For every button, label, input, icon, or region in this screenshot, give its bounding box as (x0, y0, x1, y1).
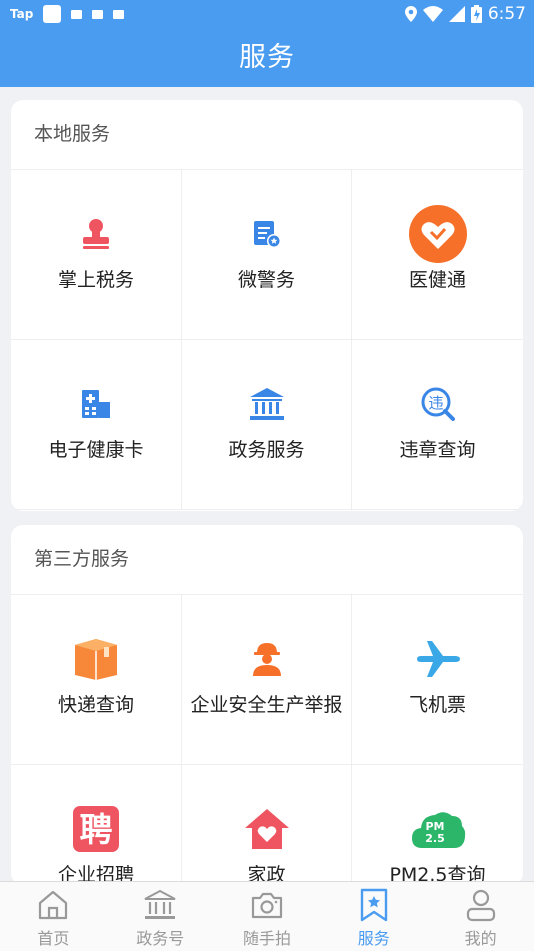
status-bar: Tap 6:57 (0, 0, 534, 28)
tab-label: 服务 (357, 929, 390, 948)
local-services-card: 本地服务 掌上税务 微警务 医健通 电子健康卡 政务服务 违 违章查询 (11, 100, 523, 511)
mail-icon (71, 9, 83, 19)
government-building-icon (237, 374, 297, 434)
service-label: 飞机票 (408, 694, 466, 716)
camera-icon (251, 892, 283, 919)
tab-profile[interactable]: 我的 (427, 882, 534, 951)
location-icon (404, 6, 417, 22)
tab-service[interactable]: 服务 (320, 882, 427, 951)
service-government[interactable]: 政务服务 (182, 340, 352, 510)
service-label: 企业安全生产举报 (190, 694, 343, 716)
heart-health-icon (408, 204, 468, 264)
system-icons: 6:57 (404, 4, 526, 24)
service-pm25[interactable]: PM 2.5 PM2.5查询 (352, 765, 523, 885)
service-bookmark-icon (360, 888, 387, 922)
service-health[interactable]: 医健通 (352, 170, 523, 340)
service-tax[interactable]: 掌上税务 (11, 170, 182, 340)
service-housekeeping[interactable]: 家政 (182, 765, 352, 885)
svg-text:2.5: 2.5 (425, 832, 445, 845)
government-icon (144, 889, 176, 919)
third-party-services-card: 第三方服务 快递查询 企业安全生产举报 飞机票 聘 企业招聘 家政 PM 2.5… (11, 525, 523, 885)
service-express[interactable]: 快递查询 (11, 595, 182, 765)
tab-snapshot[interactable]: 随手拍 (214, 882, 321, 951)
service-label: 违章查询 (399, 439, 476, 461)
stamp-icon (66, 204, 126, 264)
hospital-building-icon (66, 374, 126, 434)
service-violation[interactable]: 违 违章查询 (352, 340, 523, 510)
service-health-card[interactable]: 电子健康卡 (11, 340, 182, 510)
tab-government[interactable]: 政务号 (107, 882, 214, 951)
mail-icon-2 (92, 9, 104, 19)
local-services-title: 本地服务 (11, 100, 523, 170)
service-label: 微警务 (237, 269, 295, 291)
svg-text:聘: 聘 (80, 810, 113, 849)
service-safety-report[interactable]: 企业安全生产举报 (182, 595, 352, 765)
battery-icon (470, 5, 482, 23)
signal-icon (448, 6, 465, 22)
tab-label: 首页 (37, 929, 70, 948)
airplane-icon (408, 629, 468, 689)
bottom-tab-bar: 首页 政务号 随手拍 服务 我的 (0, 881, 534, 951)
service-flight[interactable]: 飞机票 (352, 595, 523, 765)
service-label: 医健通 (408, 269, 466, 291)
font-icon (113, 9, 125, 19)
clock: 6:57 (487, 4, 526, 24)
profile-icon (466, 889, 495, 922)
police-document-icon (237, 204, 297, 264)
wifi-icon (422, 6, 443, 22)
third-party-services-title: 第三方服务 (11, 525, 523, 595)
safety-worker-icon (237, 629, 297, 689)
tab-label: 政务号 (136, 929, 185, 948)
service-label: 政务服务 (228, 439, 305, 461)
service-label: 掌上税务 (57, 269, 134, 291)
recruit-icon: 聘 (66, 799, 126, 859)
tab-label: 我的 (464, 929, 497, 948)
svg-text:违: 违 (428, 394, 443, 412)
service-police[interactable]: 微警务 (182, 170, 352, 340)
app-notification-icon (43, 5, 62, 23)
home-icon (39, 890, 68, 920)
service-recruit[interactable]: 聘 企业招聘 (11, 765, 182, 885)
service-label: 电子健康卡 (48, 439, 144, 461)
service-label: 快递查询 (57, 694, 134, 716)
package-box-icon (66, 629, 126, 689)
carrier-label: Tap (10, 7, 34, 21)
violation-search-icon: 违 (408, 374, 468, 434)
notification-icons: Tap (10, 5, 125, 23)
pm25-cloud-icon: PM 2.5 (408, 799, 468, 859)
tab-home[interactable]: 首页 (0, 882, 107, 951)
home-heart-icon (237, 799, 297, 859)
page-title: 服务 (0, 28, 534, 87)
tab-label: 随手拍 (242, 929, 291, 948)
